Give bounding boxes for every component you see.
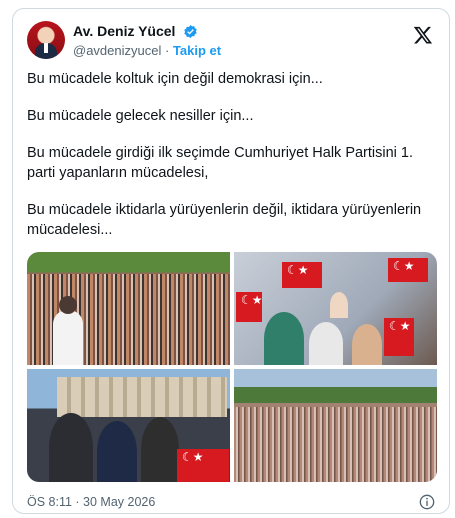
turkish-flag: [282, 262, 322, 288]
turkish-flag: [384, 318, 414, 356]
tweet-paragraph-3: Bu mücadele girdiği ilk seçimde Cumhuriy…: [27, 145, 414, 181]
tweet-paragraph-2: Bu mücadele gelecek nesiller için...: [27, 108, 254, 124]
photo-flags-poster[interactable]: [234, 252, 437, 365]
info-icon[interactable]: [419, 494, 435, 510]
turkish-flag: [388, 258, 428, 282]
turkish-flag: [236, 292, 263, 322]
x-logo-icon[interactable]: [413, 25, 433, 45]
avatar[interactable]: [27, 21, 65, 59]
crowd-person: [352, 324, 382, 365]
mausoleum-building: [57, 377, 227, 417]
crowd-person: [264, 312, 304, 365]
speaker-head: [59, 296, 77, 314]
tweet-card[interactable]: Av. Deniz Yücel @avdenizyucel · Takip et…: [12, 8, 450, 514]
tweet-header: Av. Deniz Yücel @avdenizyucel · Takip et: [27, 21, 435, 61]
crowd-person: [309, 322, 343, 365]
timestamp[interactable]: ÖS 8:11 · 30 May 2026: [27, 495, 155, 509]
crowd-person: [49, 413, 93, 482]
handle-row: @avdenizyucel · Takip et: [73, 43, 221, 58]
turkish-flag: [177, 449, 229, 482]
tweet-paragraph-4: Bu mücadele iktidarla yürüyenlerin değil…: [27, 202, 422, 238]
author-names: Av. Deniz Yücel @avdenizyucel · Takip et: [73, 23, 221, 58]
verified-badge-icon: [184, 25, 197, 39]
photo-speaker-crowd[interactable]: [27, 252, 230, 365]
separator: ·: [164, 43, 170, 58]
media-grid: [27, 252, 437, 482]
crowd-person: [97, 421, 137, 482]
crowd-person: [330, 292, 348, 318]
photo-aerial-crowd[interactable]: [234, 369, 437, 482]
crowd: [234, 407, 437, 482]
crowd-person: [141, 417, 179, 482]
tweet-footer: ÖS 8:11 · 30 May 2026: [27, 494, 435, 511]
tweet-paragraph-1: Bu mücadele koltuk için değil demokrasi …: [27, 71, 323, 87]
display-name[interactable]: Av. Deniz Yücel: [73, 23, 175, 40]
handle[interactable]: @avdenizyucel: [73, 43, 161, 58]
speaker-figure: [53, 310, 83, 365]
tweet-text: Bu mücadele koltuk için değil demokrasi …: [27, 69, 437, 257]
photo-mausoleum[interactable]: [27, 369, 230, 482]
avatar-shirt: [44, 43, 48, 53]
follow-button[interactable]: Takip et: [173, 43, 221, 58]
